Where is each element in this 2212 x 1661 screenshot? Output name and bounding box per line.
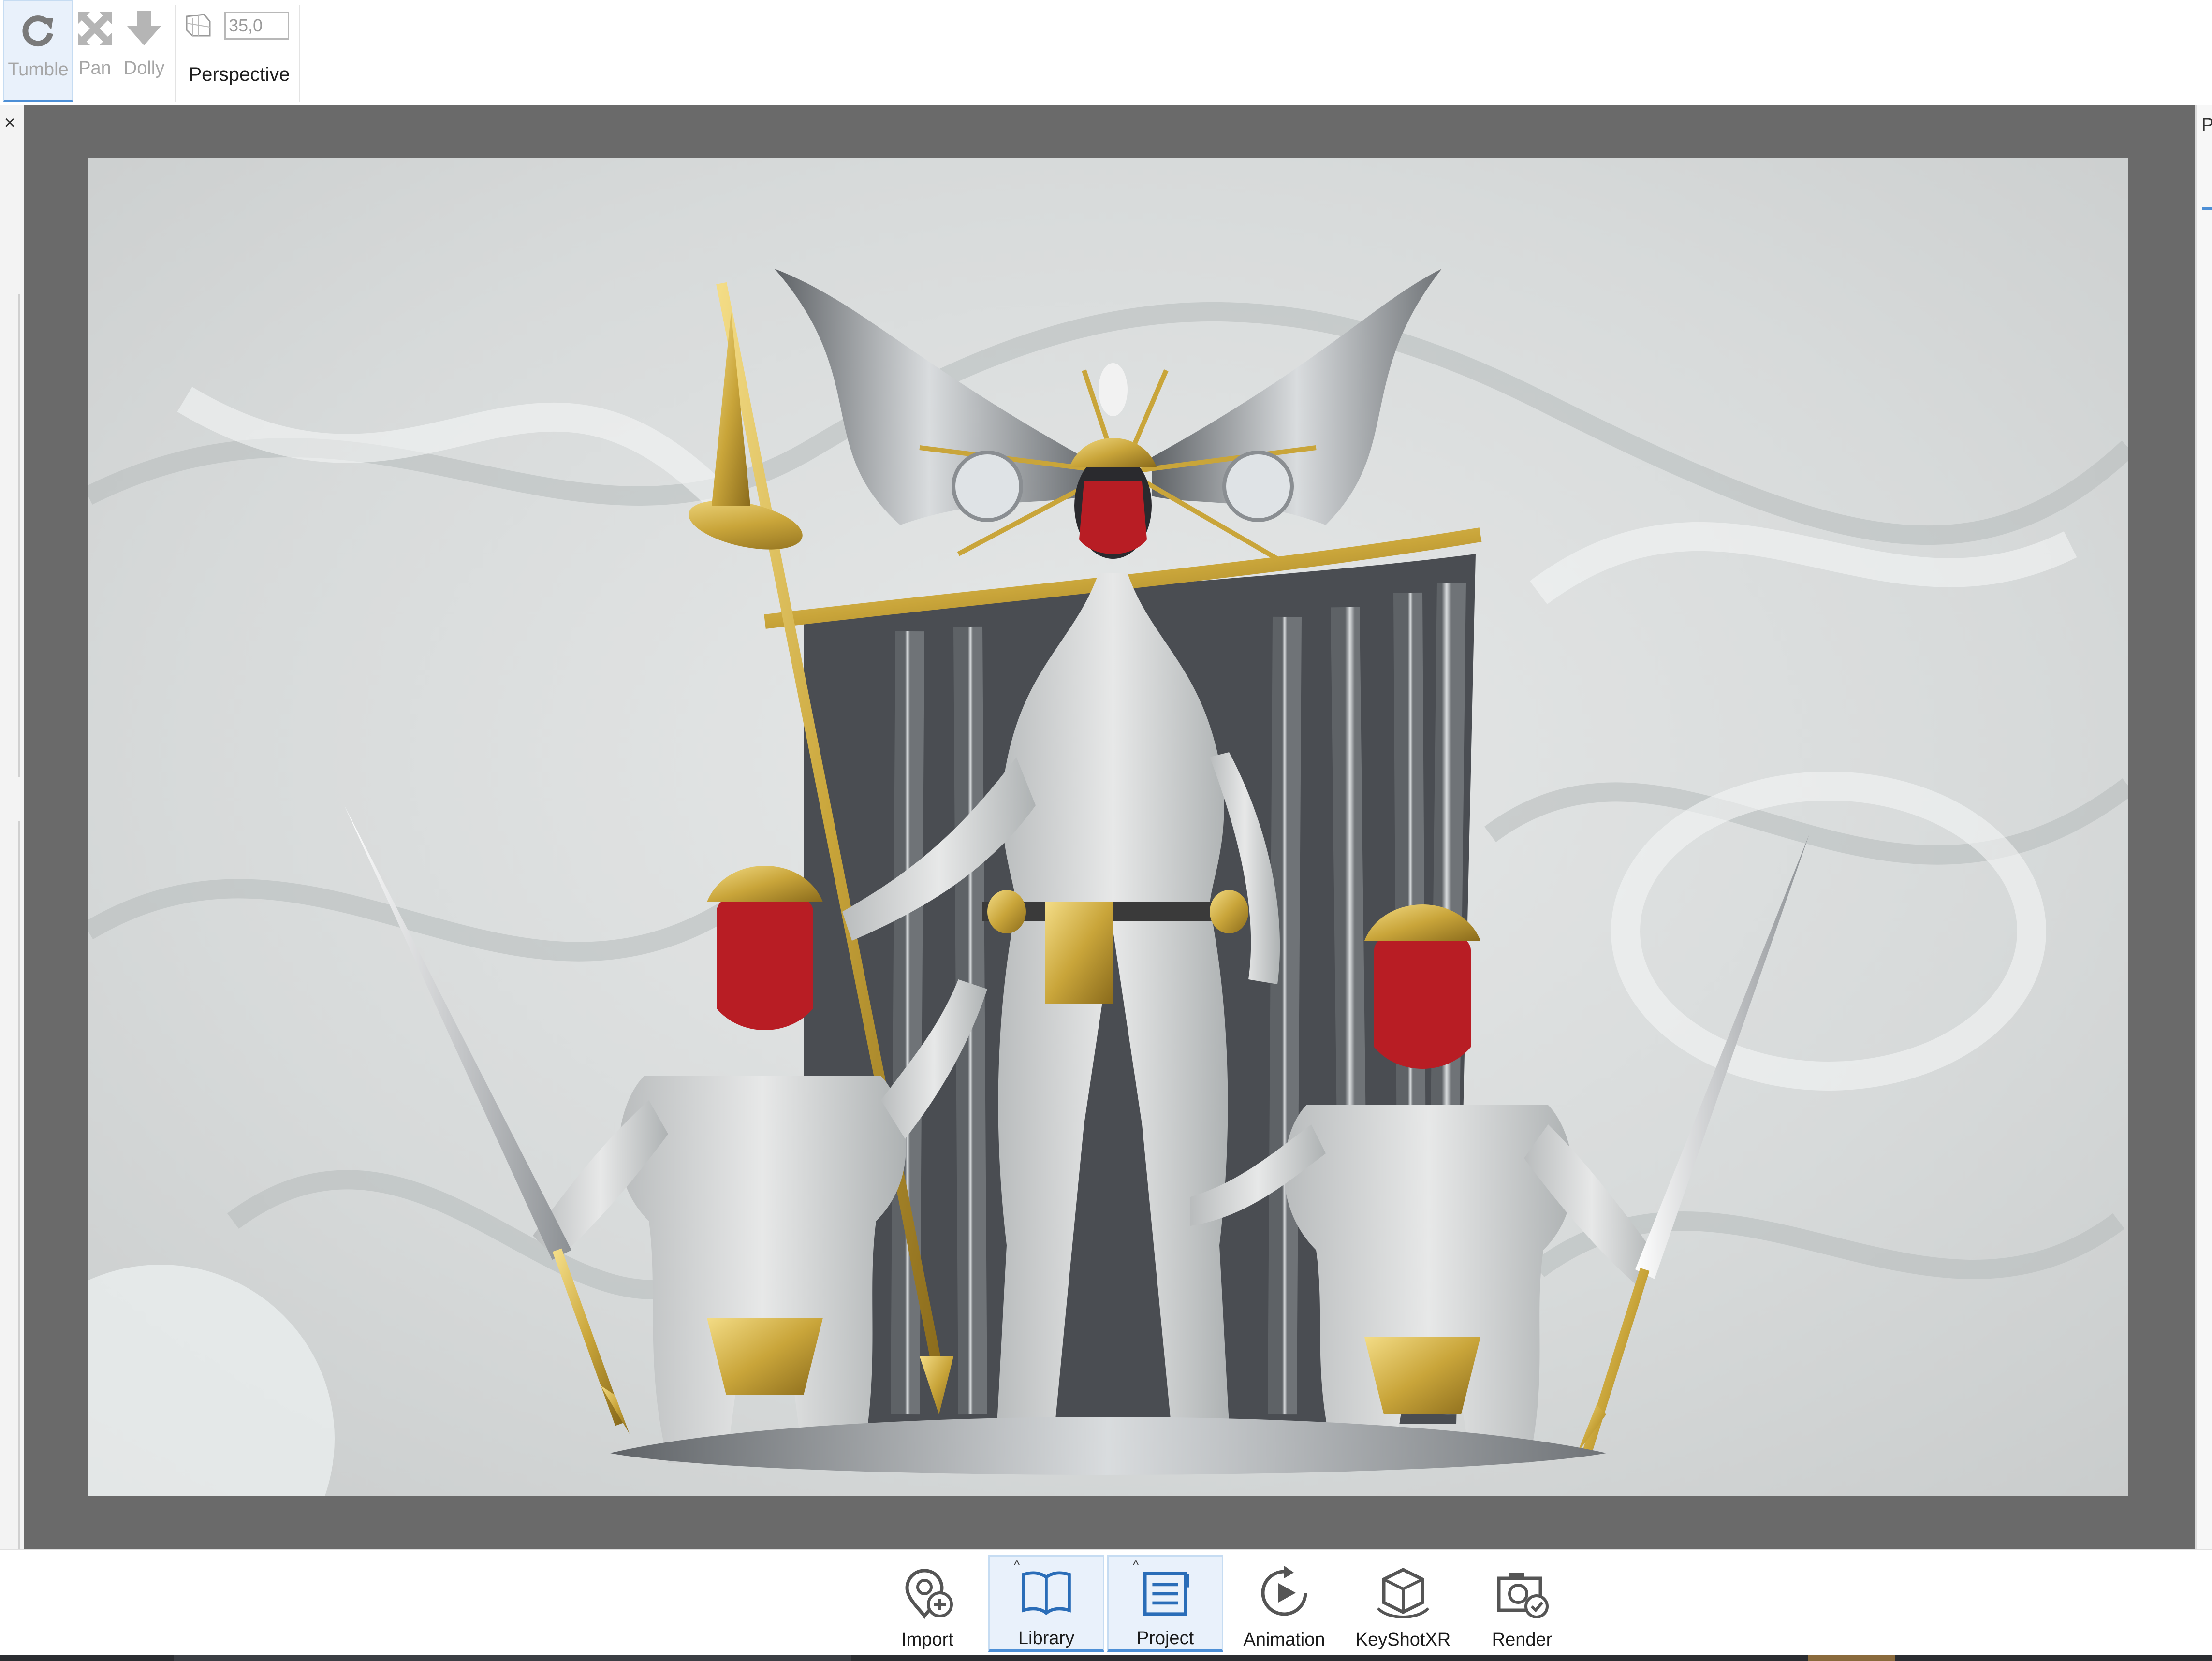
project-caret-icon: ^ — [1133, 1558, 1139, 1572]
left-collapsed-panel: × — [0, 105, 24, 1594]
toolbar-separator — [175, 5, 176, 102]
render-button[interactable]: Render — [1464, 1555, 1580, 1652]
dolly-label: Dolly — [123, 58, 165, 78]
library-caret-icon: ^ — [1014, 1558, 1020, 1572]
tumble-icon — [22, 15, 53, 47]
perspective-group: 35,0 Perspective — [180, 0, 299, 102]
keyshotxr-label: KeyShotXR — [1355, 1630, 1451, 1650]
panel-edge — [18, 294, 20, 777]
pan-button[interactable]: Pan — [76, 0, 113, 101]
status-segment — [1808, 1655, 1895, 1661]
right-panel-active-marker — [2202, 207, 2212, 210]
toolbar-separator — [299, 5, 300, 102]
render-label: Render — [1492, 1630, 1553, 1650]
field-of-view-input[interactable]: 35,0 — [224, 12, 289, 40]
dolly-arrow-icon — [127, 11, 161, 45]
render-camera-icon — [1497, 1573, 1549, 1618]
project-label: Project — [1136, 1628, 1194, 1648]
library-label: Library — [1018, 1628, 1075, 1648]
dolly-button[interactable]: Dolly — [120, 0, 168, 101]
top-toolbar: Tumble Pan Dolly 35,0 Perspective — [0, 0, 2212, 105]
panel-edge — [18, 821, 20, 1594]
perspective-label[interactable]: Perspective — [180, 64, 299, 86]
right-collapsed-panel: P — [2195, 105, 2212, 1549]
tumble-label: Tumble — [8, 59, 69, 80]
import-label: Import — [901, 1630, 953, 1650]
animation-button[interactable]: Animation — [1226, 1555, 1342, 1652]
perspective-grid-icon[interactable] — [185, 12, 212, 39]
pan-label: Pan — [78, 58, 111, 78]
bottom-ribbon: Import ^ Library ^ Project Animation Key… — [0, 1549, 2212, 1661]
right-panel-tab[interactable]: P — [2201, 115, 2212, 136]
tumble-button[interactable]: Tumble — [3, 0, 73, 102]
pan-icon — [78, 12, 112, 45]
animation-label: Animation — [1243, 1630, 1325, 1650]
import-button[interactable]: Import — [869, 1555, 985, 1652]
import-icon — [905, 1569, 953, 1619]
status-segment — [174, 1655, 851, 1661]
keyshotxr-cube-icon — [1377, 1568, 1430, 1618]
animation-play-icon — [1261, 1566, 1307, 1616]
scene-illustration — [88, 158, 2128, 1496]
project-list-icon — [1143, 1572, 1189, 1616]
project-button[interactable]: ^ Project — [1107, 1555, 1223, 1652]
library-button[interactable]: ^ Library — [988, 1555, 1104, 1652]
status-bar — [0, 1655, 2212, 1661]
close-icon[interactable]: × — [0, 113, 19, 132]
keyshotxr-button[interactable]: KeyShotXR — [1345, 1555, 1461, 1652]
library-book-icon — [1022, 1571, 1071, 1616]
render-scene-image[interactable] — [88, 158, 2128, 1496]
